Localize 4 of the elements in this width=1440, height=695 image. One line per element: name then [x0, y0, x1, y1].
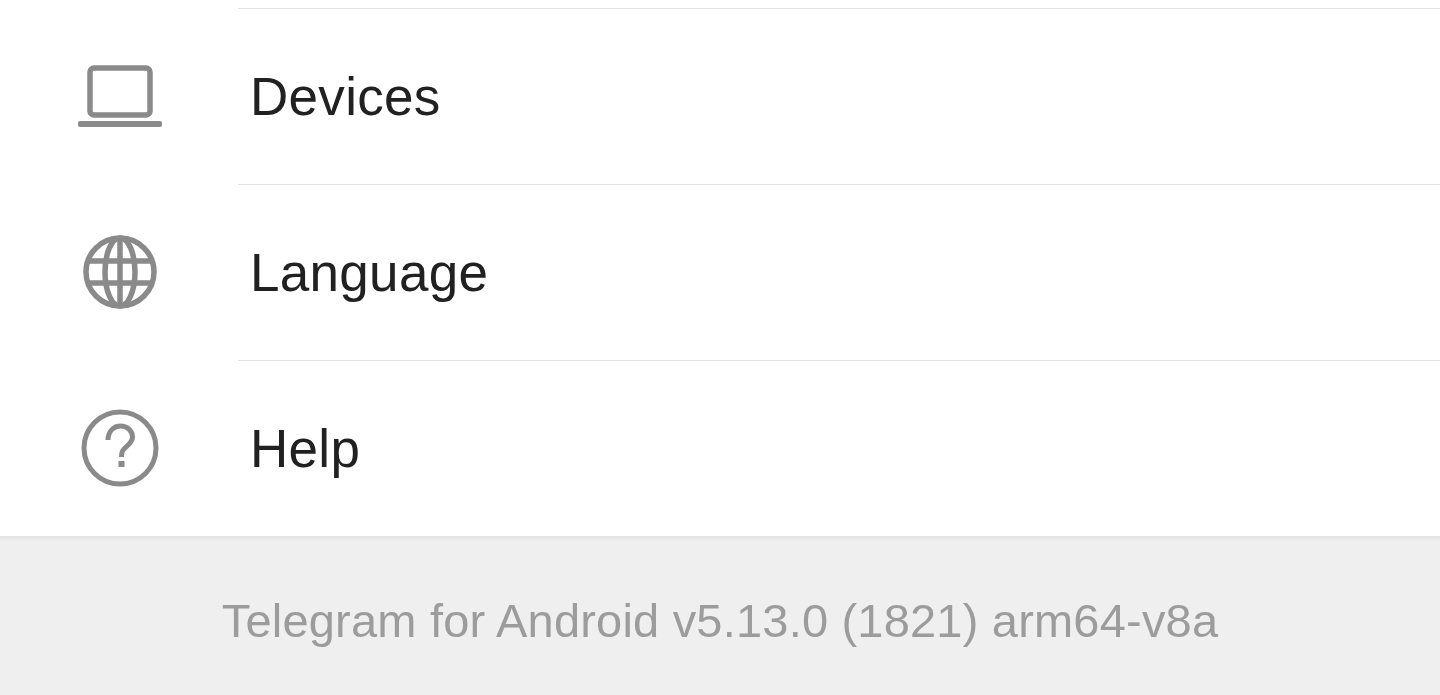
globe-icon	[83, 235, 157, 309]
laptop-icon	[78, 64, 162, 128]
version-text: Telegram for Android v5.13.0 (1821) arm64-v8a	[221, 593, 1219, 648]
help-icon	[81, 409, 159, 487]
